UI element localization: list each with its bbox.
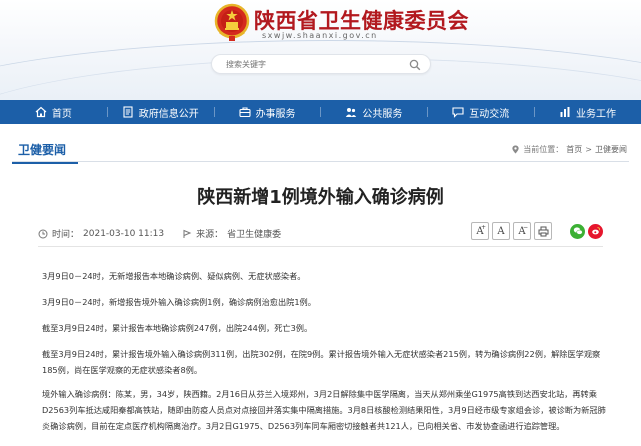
section-header: 卫健要闻 当前位置： 首页 > 卫健要闻: [11, 140, 629, 164]
print-icon: [538, 226, 548, 236]
weibo-icon: [591, 227, 600, 235]
site-header: 陕西省卫生健康委员会 sxwjw.shaanxi.gov.cn: [0, 0, 641, 100]
article-paragraph: 境外输入确诊病例：陈某，男，34岁，陕西籍。2月16日从芬兰入境郑州，3月2日解…: [42, 389, 606, 431]
site-url: sxwjw.shaanxi.gov.cn: [262, 31, 378, 40]
bar-chart-icon: [560, 107, 570, 117]
nav-item-services[interactable]: 办事服务: [213, 100, 321, 124]
plus-icon: +: [480, 224, 486, 231]
breadcrumb-prefix: 当前位置：: [523, 145, 564, 154]
nav-item-label: 办事服务: [255, 108, 296, 120]
nav-item-label: 首页: [51, 108, 72, 120]
people-icon: [346, 108, 357, 117]
font-decrease-button[interactable]: A −: [513, 222, 531, 240]
nav-item-interaction[interactable]: 互动交流: [427, 100, 534, 124]
briefcase-icon: [239, 107, 251, 118]
font-default-button[interactable]: A: [492, 222, 510, 240]
breadcrumb-current-link[interactable]: 卫健要闻: [595, 144, 627, 155]
publish-time: 2021-03-10 11:13: [83, 228, 165, 239]
article-paragraph: 3月9日0－24时，新增报告境外输入确诊病例1例，确诊病例治愈出院1例。: [42, 297, 316, 307]
article-paragraph: 截至3月9日24时，累计报告境外输入确诊病例311例，出院302例，在院9例。累…: [42, 349, 601, 375]
clock-icon: [38, 229, 48, 238]
time-label: 时间：: [52, 230, 80, 240]
search-input[interactable]: [226, 58, 396, 71]
nav-item-home[interactable]: 首页: [0, 100, 107, 124]
source-name: 省卫生健康委: [227, 230, 282, 240]
share-weibo-button[interactable]: [588, 223, 603, 239]
article-paragraph: 3月9日0－24时，无新增报告本地确诊病例、疑似病例、无症状感染者。: [42, 271, 306, 281]
breadcrumb-home-link[interactable]: 首页: [566, 144, 582, 155]
nav-item-label: 互动交流: [469, 108, 510, 120]
main-nav: 首页 政府信息公开 办事服务 公共服务 互动交流 业务工作: [0, 100, 641, 124]
minus-icon: −: [522, 224, 528, 231]
font-increase-button[interactable]: A +: [471, 222, 489, 240]
article-tools: A + A A −: [471, 222, 603, 240]
nav-item-gov-info[interactable]: 政府信息公开: [106, 100, 214, 124]
share-wechat-button[interactable]: [570, 223, 585, 239]
article-title: 陕西新增1例境外输入确诊病例: [197, 187, 444, 208]
source-label: 来源：: [196, 230, 224, 240]
breadcrumb-separator: >: [585, 145, 592, 154]
national-emblem-icon[interactable]: [214, 2, 250, 42]
nav-item-public-services[interactable]: 公共服务: [320, 100, 427, 124]
nav-item-business[interactable]: 业务工作: [534, 100, 641, 124]
source-icon: [183, 229, 192, 238]
wechat-icon: [573, 227, 583, 235]
home-icon: [35, 106, 47, 118]
section-title[interactable]: 卫健要闻: [11, 141, 79, 164]
article-meta: 时间： 2021-03-10 11:13 来源： 省卫生健康委: [38, 227, 281, 240]
font-default-label: A: [497, 225, 505, 237]
chat-icon: [452, 107, 464, 118]
document-icon: [123, 106, 133, 118]
search-icon[interactable]: [409, 59, 421, 71]
article-meta-bar: 时间： 2021-03-10 11:13 来源： 省卫生健康委 A + A A −: [38, 219, 603, 247]
nav-item-label: 公共服务: [362, 108, 403, 120]
nav-item-label: 业务工作: [576, 108, 617, 120]
nav-item-label: 政府信息公开: [138, 108, 199, 120]
article-body: 3月9日0－24时，无新增报告本地确诊病例、疑似病例、无症状感染者。 3月9日0…: [42, 268, 607, 444]
print-button[interactable]: [534, 222, 552, 240]
location-pin-icon: [512, 145, 519, 154]
breadcrumb: 当前位置： 首页 > 卫健要闻: [511, 144, 627, 155]
search-box: [211, 54, 431, 74]
article-paragraph: 截至3月9日24时，累计报告本地确诊病例247例，出院244例，死亡3例。: [42, 323, 313, 333]
